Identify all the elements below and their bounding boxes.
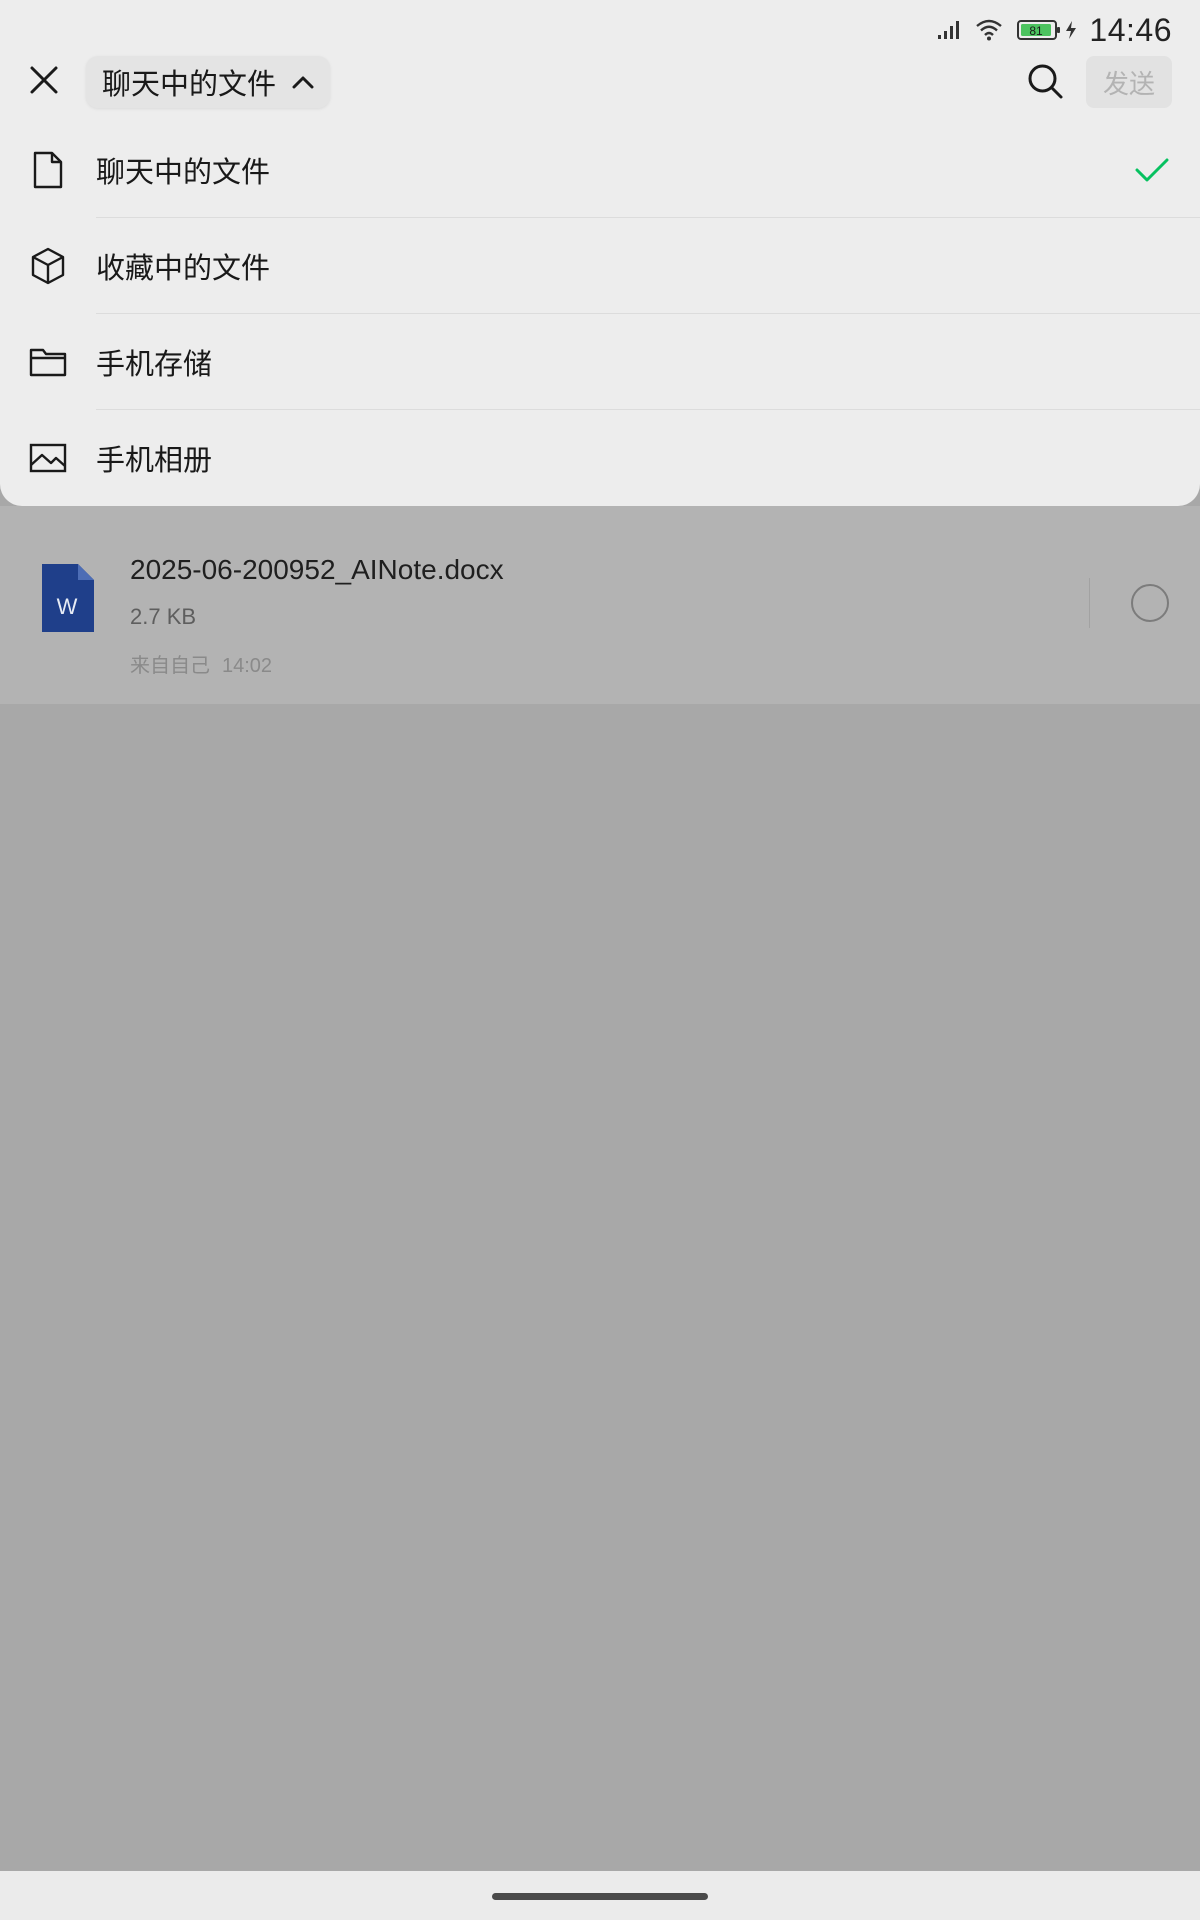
source-menu: 聊天中的文件 收藏中的文件 手机存储 手机相册 [0, 122, 1200, 506]
search-button[interactable] [1022, 60, 1068, 106]
file-list-item[interactable]: W 2025-06-200952_AINote.docx 2.7 KB 来自自己… [0, 506, 1200, 704]
source-selector[interactable]: 聊天中的文件 [86, 56, 331, 108]
wifi-icon [975, 19, 1003, 41]
file-icon [28, 150, 68, 190]
battery-icon: 81 [1017, 19, 1061, 41]
image-icon [28, 438, 68, 478]
word-doc-icon: W [42, 564, 94, 632]
source-dropdown-sheet: 81 14:46 聊天中的文件 发送 聊天中的文件 收藏中的文件 手机存储 手机… [0, 0, 1200, 506]
status-time: 14:46 [1089, 11, 1172, 48]
charging-icon [1065, 20, 1077, 40]
status-icons: 81 14:46 [923, 10, 1172, 50]
battery-level-text: 81 [1030, 24, 1044, 38]
file-size: 2.7 KB [130, 604, 197, 629]
home-indicator[interactable] [492, 1893, 708, 1900]
send-button[interactable]: 发送 [1086, 56, 1172, 108]
header: 聊天中的文件 发送 [0, 56, 1200, 108]
file-time: 14:02 [222, 655, 273, 677]
status-bar: 81 14:46 [0, 0, 1200, 58]
menu-item-label: 收藏中的文件 [96, 251, 271, 285]
file-name: 2025-06-200952_AINote.docx [130, 554, 504, 585]
menu-item-label: 手机存储 [96, 347, 213, 381]
signal-icon [937, 20, 961, 40]
close-button[interactable] [22, 60, 66, 104]
source-selector-label: 聊天中的文件 [102, 67, 277, 101]
word-doc-letter: W [57, 594, 78, 619]
select-checkbox[interactable] [1131, 584, 1169, 622]
menu-item-chat-files[interactable]: 聊天中的文件 [0, 122, 1200, 218]
file-source: 来自自己 14:02 [130, 649, 272, 678]
search-icon [1026, 62, 1064, 104]
cube-icon [28, 246, 68, 286]
check-icon [1132, 150, 1172, 190]
folder-icon [28, 342, 68, 382]
close-icon [29, 65, 59, 99]
navigation-bar [0, 1871, 1200, 1920]
menu-item-label: 聊天中的文件 [96, 155, 271, 189]
menu-item-favorite-files[interactable]: 收藏中的文件 [0, 218, 1200, 314]
menu-item-label: 手机相册 [96, 443, 213, 477]
menu-item-phone-album[interactable]: 手机相册 [0, 410, 1200, 506]
file-source-label: 来自自己 [130, 653, 210, 677]
divider [1089, 578, 1090, 628]
chevron-up-icon [290, 69, 316, 95]
menu-item-phone-storage[interactable]: 手机存储 [0, 314, 1200, 410]
